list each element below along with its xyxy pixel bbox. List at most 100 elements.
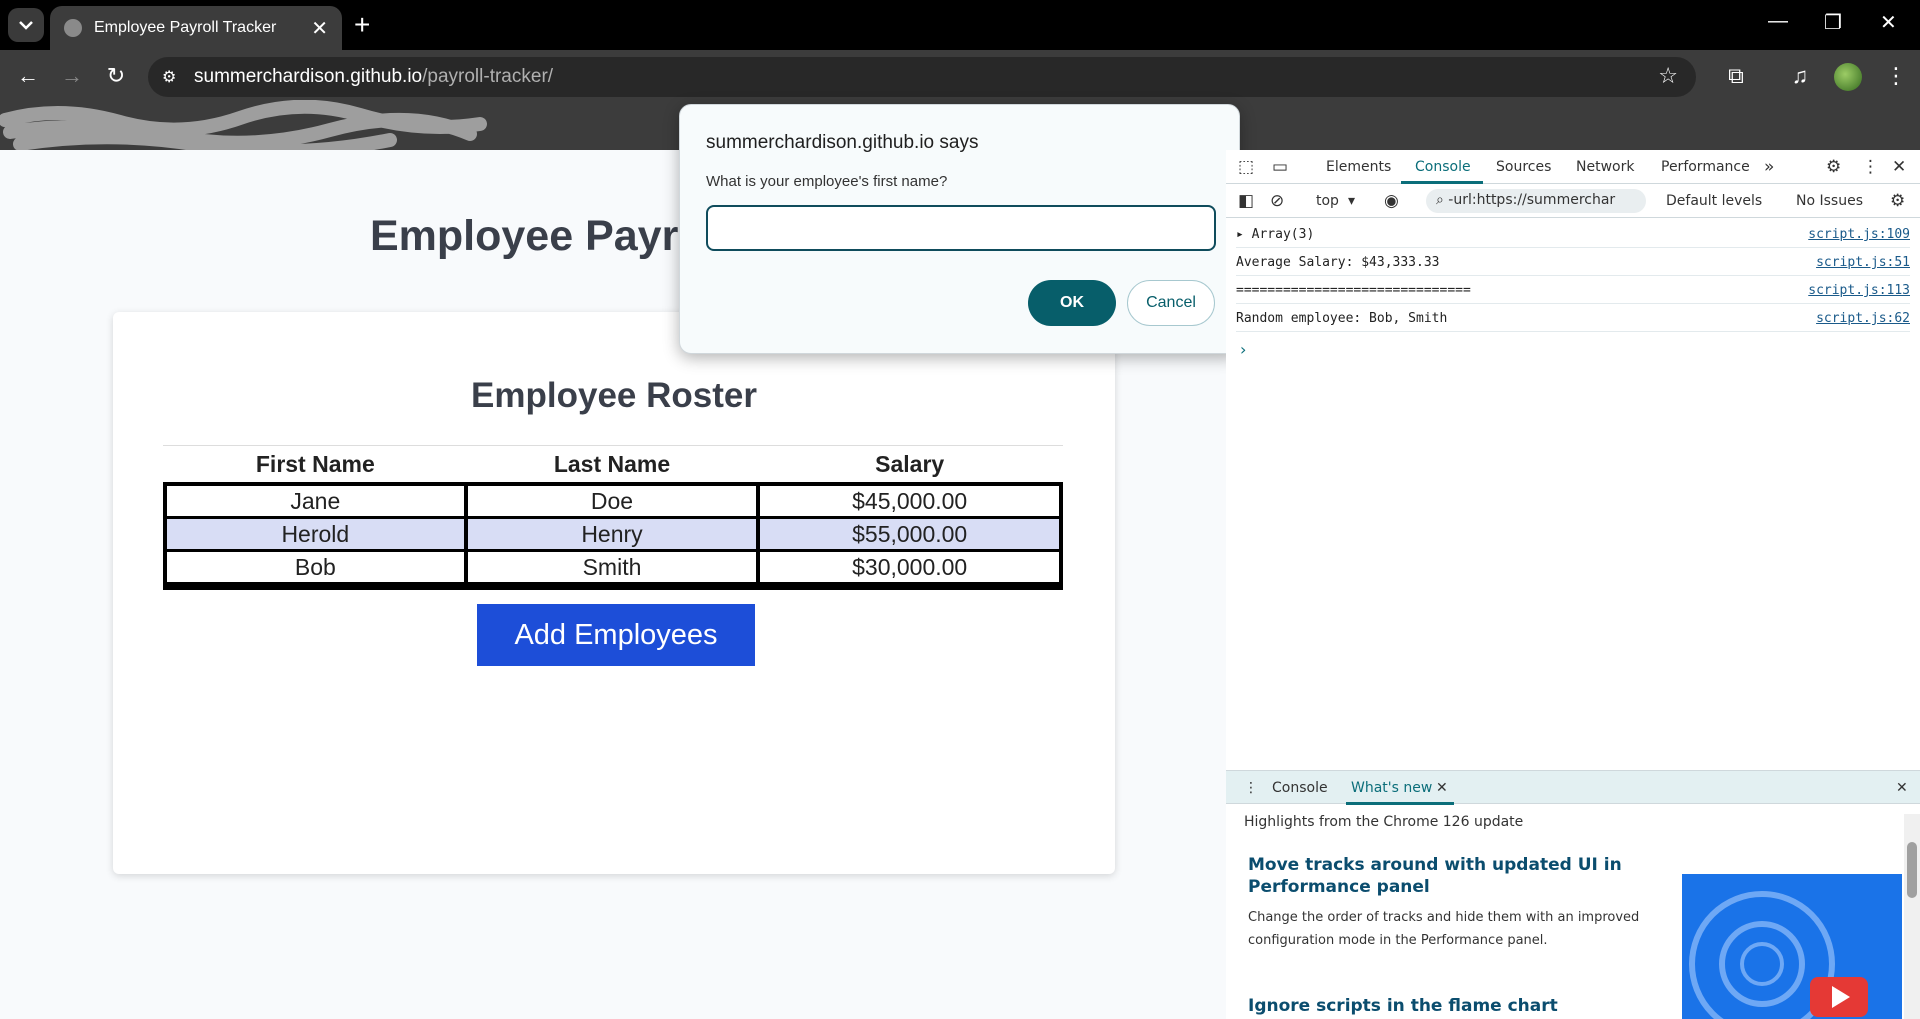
prompt-dialog: summerchardison.github.io says What is y…: [679, 104, 1240, 354]
context-selector[interactable]: top: [1316, 193, 1339, 209]
url-path: /payroll-tracker/: [422, 66, 554, 87]
profile-avatar[interactable]: [1834, 63, 1862, 91]
cell-last-name: Smith: [467, 552, 757, 582]
console-message-text: Average Salary: $43,333.33: [1236, 255, 1440, 270]
media-controls-icon[interactable]: ♫: [1784, 60, 1816, 92]
console-prompt-icon[interactable]: ›: [1240, 340, 1246, 359]
console-message: ============================== script.js…: [1236, 276, 1910, 304]
reload-icon[interactable]: ↻: [100, 60, 132, 92]
whats-new-highlights: Highlights from the Chrome 126 update: [1244, 814, 1524, 830]
cell-first-name: Bob: [167, 552, 464, 582]
log-levels-dropdown[interactable]: Default levels: [1666, 193, 1762, 209]
sidebar-toggle-icon[interactable]: ◧: [1238, 191, 1254, 211]
drawer-tab-bar: ⋮ Console What's new ✕ ✕: [1226, 770, 1920, 805]
tab-network[interactable]: Network: [1576, 159, 1634, 175]
back-arrow-icon[interactable]: ←: [12, 60, 44, 92]
console-source-link[interactable]: script.js:113: [1808, 283, 1910, 298]
tab-elements[interactable]: Elements: [1326, 159, 1391, 175]
more-menu-icon[interactable]: ⋮: [1880, 60, 1912, 92]
ok-button[interactable]: OK: [1028, 280, 1116, 326]
devtools-panel: ⬚ ▭ Elements Console Sources Network Per…: [1226, 150, 1920, 1019]
inspect-element-icon[interactable]: ⬚: [1238, 157, 1254, 177]
console-message-text: Random employee: Bob, Smith: [1236, 311, 1448, 326]
drawer-tab-whats-new[interactable]: What's new: [1351, 780, 1432, 796]
more-tabs-icon[interactable]: »: [1764, 157, 1774, 177]
scrollbar-thumb[interactable]: [1907, 842, 1917, 898]
whats-new-thumbnail[interactable]: [1682, 874, 1902, 1019]
tab-search-button[interactable]: [8, 8, 44, 42]
console-source-link[interactable]: script.js:109: [1808, 227, 1910, 242]
cancel-button[interactable]: Cancel: [1127, 280, 1215, 326]
console-source-link[interactable]: script.js:51: [1816, 255, 1910, 270]
filter-text: -url:https://summerchar: [1448, 192, 1616, 208]
console-source-link[interactable]: script.js:62: [1816, 311, 1910, 326]
browser-tab[interactable]: Employee Payroll Tracker ✕: [50, 6, 342, 50]
redaction-scribble: [0, 100, 487, 152]
dialog-title: summerchardison.github.io says: [706, 132, 979, 153]
device-toolbar-icon[interactable]: ▭: [1272, 157, 1288, 177]
url-host: summerchardison.github.io: [194, 66, 423, 87]
chevron-down-icon: [19, 21, 33, 30]
add-employees-button[interactable]: Add Employees: [477, 604, 755, 666]
drawer-tab-console[interactable]: Console: [1272, 780, 1328, 796]
cell-first-name: Herold: [167, 519, 464, 549]
forward-arrow-icon[interactable]: →: [56, 60, 88, 92]
column-header-first-name: First Name: [255, 450, 375, 477]
window-close-icon[interactable]: ✕: [1880, 10, 1897, 35]
new-tab-button[interactable]: +: [354, 10, 370, 40]
cell-first-name: Jane: [167, 486, 464, 516]
extensions-icon[interactable]: ⧉: [1720, 60, 1752, 92]
devtools-tab-bar: ⬚ ▭ Elements Console Sources Network Per…: [1226, 150, 1920, 184]
clear-console-icon[interactable]: ⊘: [1270, 191, 1284, 211]
console-message: ▸ Array(3) script.js:109: [1236, 220, 1910, 248]
console-settings-gear-icon[interactable]: ⚙: [1890, 191, 1905, 211]
console-toolbar: ◧ ⊘ top ▾ ◉ ⌕ -url:https://summerchar De…: [1226, 184, 1920, 218]
table-row: Jane Doe $45,000.00: [167, 486, 1059, 516]
tab-console[interactable]: Console: [1415, 159, 1471, 175]
tab-sources[interactable]: Sources: [1496, 159, 1551, 175]
globe-icon: [64, 19, 82, 37]
table-row: Herold Henry $55,000.00: [167, 519, 1059, 549]
whats-new-item-title[interactable]: Ignore scripts in the flame chart: [1248, 995, 1628, 1017]
tab-close-icon[interactable]: ✕: [311, 16, 328, 41]
browser-toolbar: ← → ↻ ⚙ summerchardison.github.io/payrol…: [0, 50, 1920, 102]
devtools-menu-icon[interactable]: ⋮: [1862, 157, 1879, 177]
table-row: Bob Smith $30,000.00: [167, 552, 1059, 582]
column-header-salary: Salary: [875, 450, 945, 477]
restore-icon[interactable]: ❐: [1824, 10, 1842, 35]
whats-new-item-title[interactable]: Move tracks around with updated UI in Pe…: [1248, 854, 1628, 898]
whats-new-item-body: Change the order of tracks and hide them…: [1248, 910, 1640, 948]
tab-title: Employee Payroll Tracker: [94, 19, 277, 36]
console-message-text: ==============================: [1236, 283, 1471, 298]
cell-salary: $55,000.00: [760, 519, 1059, 549]
console-filter-input[interactable]: ⌕ -url:https://summerchar: [1426, 189, 1646, 213]
roster-title: Employee Roster: [471, 376, 757, 415]
drawer-tab-close-icon[interactable]: ✕: [1436, 780, 1448, 796]
minimize-icon[interactable]: —: [1768, 10, 1788, 33]
devtools-close-icon[interactable]: ✕: [1892, 157, 1906, 177]
bookmark-star-icon[interactable]: ☆: [1658, 63, 1678, 89]
cell-salary: $45,000.00: [760, 486, 1059, 516]
chrome-logo-icon: [1689, 891, 1868, 1019]
roster-table-body: Jane Doe $45,000.00 Herold Henry $55,000…: [163, 482, 1063, 590]
tab-performance[interactable]: Performance: [1661, 159, 1750, 175]
live-expression-eye-icon[interactable]: ◉: [1384, 191, 1399, 211]
cell-salary: $30,000.00: [760, 552, 1059, 582]
column-header-last-name: Last Name: [553, 450, 671, 477]
cell-last-name: Doe: [467, 486, 757, 516]
drawer-menu-icon[interactable]: ⋮: [1244, 780, 1258, 796]
dialog-input[interactable]: [706, 205, 1216, 251]
chevron-down-icon: ▾: [1348, 193, 1356, 209]
address-bar[interactable]: ⚙ summerchardison.github.io/payroll-trac…: [148, 57, 1696, 97]
devtools-drawer: ⋮ Console What's new ✕ ✕ Highlights from…: [1226, 770, 1920, 1019]
roster-card: Employee Roster First Name Last Name Sal…: [113, 312, 1115, 874]
settings-gear-icon[interactable]: ⚙: [1826, 157, 1841, 177]
drawer-scrollbar[interactable]: [1904, 814, 1920, 1019]
drawer-close-icon[interactable]: ✕: [1896, 780, 1908, 796]
console-message-text[interactable]: ▸ Array(3): [1236, 227, 1314, 242]
roster-table-header: First Name Last Name Salary: [163, 445, 1063, 482]
console-message: Random employee: Bob, Smith script.js:62: [1236, 304, 1910, 332]
issues-indicator[interactable]: No Issues: [1796, 193, 1863, 209]
site-info-icon[interactable]: ⚙: [162, 67, 194, 87]
dialog-message: What is your employee's first name?: [706, 173, 948, 190]
